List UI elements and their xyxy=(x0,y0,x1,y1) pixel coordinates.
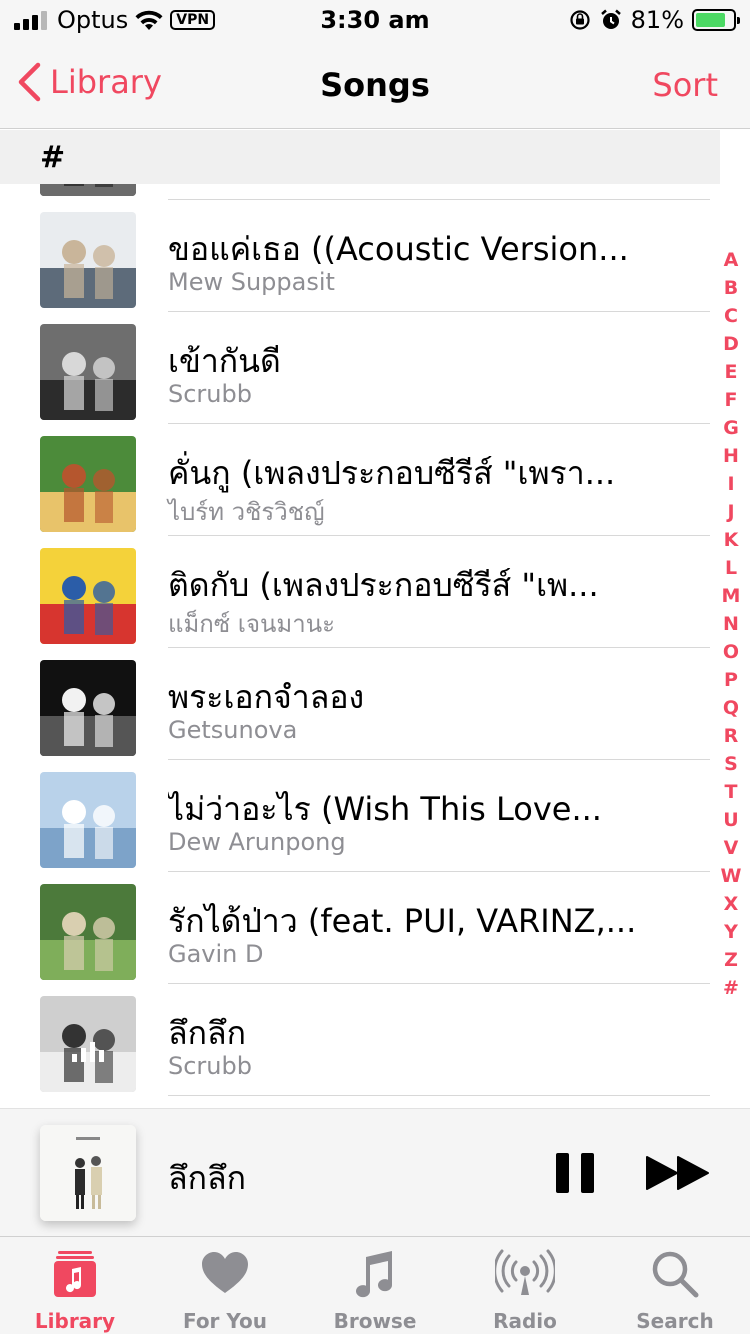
index-letter[interactable]: X xyxy=(718,890,744,918)
tab-bar: Library For You Browse Radio Search xyxy=(0,1236,750,1334)
library-icon xyxy=(54,1251,96,1297)
song-artist: Gavin D xyxy=(168,940,264,968)
index-letter[interactable]: # xyxy=(718,974,744,1002)
next-track-button[interactable] xyxy=(646,1155,710,1191)
index-letter[interactable]: M xyxy=(718,582,744,610)
index-letter[interactable]: S xyxy=(718,750,744,778)
tab-library-label: Library xyxy=(34,1309,116,1333)
tab-browse[interactable]: Browse xyxy=(300,1237,450,1334)
alarm-icon xyxy=(600,9,621,29)
row-divider xyxy=(168,1095,710,1096)
album-art xyxy=(40,884,136,980)
album-art xyxy=(40,772,136,868)
index-letter[interactable]: D xyxy=(718,330,744,358)
song-row[interactable]: ติดกับ (เพลงประกอบซีรีส์ "เพ... แม็กซ์ เจ… xyxy=(0,536,720,648)
song-row[interactable]: พระเอกจำลอง Getsunova xyxy=(0,648,720,760)
navigation-bar: Library Songs Sort xyxy=(0,40,750,129)
status-right: 81% xyxy=(569,6,740,34)
song-artist: Mew Suppasit xyxy=(168,268,335,296)
pause-button[interactable] xyxy=(556,1153,594,1193)
search-icon xyxy=(652,1251,699,1298)
song-artist: Getsunova xyxy=(168,716,298,744)
song-row[interactable]: คั่นกู (เพลงประกอบซีรีส์ "เพรา... ไบร์ท ว… xyxy=(0,424,720,536)
battery-percent: 81% xyxy=(630,6,684,34)
tab-library[interactable]: Library xyxy=(0,1237,150,1334)
section-header: # xyxy=(0,130,720,184)
index-letter[interactable]: Q xyxy=(718,694,744,722)
song-list[interactable]: # ถึงงงScrubbขอแค่เธอ ((Acoustic Version… xyxy=(0,130,750,1108)
index-letter[interactable]: C xyxy=(718,302,744,330)
index-letter[interactable]: F xyxy=(718,386,744,414)
heart-icon xyxy=(202,1252,248,1293)
song-row[interactable]: เข้ากันดี Scrubb xyxy=(0,312,720,424)
index-letter[interactable]: U xyxy=(718,806,744,834)
index-letter[interactable]: Z xyxy=(718,946,744,974)
now-playing-indicator-icon xyxy=(72,1040,106,1062)
index-letter[interactable]: I xyxy=(718,470,744,498)
mini-player[interactable]: ลึกลึก xyxy=(0,1108,750,1236)
song-row[interactable]: รักได้ป่าว (feat. PUI, VARINZ,... Gavin D xyxy=(0,872,720,984)
song-row[interactable]: ลึกลึก Scrubb xyxy=(0,984,720,1096)
now-playing-artwork[interactable] xyxy=(40,1125,136,1221)
tab-search[interactable]: Search xyxy=(600,1237,750,1334)
index-letter[interactable]: Y xyxy=(718,918,744,946)
album-art xyxy=(40,660,136,756)
song-row[interactable]: ไม่ว่าอะไร (Wish This Love... Dew Arunpon… xyxy=(0,760,720,872)
sort-button[interactable]: Sort xyxy=(652,66,718,104)
song-artist: Dew Arunpong xyxy=(168,828,346,856)
tab-for-you[interactable]: For You xyxy=(150,1237,300,1334)
index-letter[interactable]: K xyxy=(718,526,744,554)
page-title: Songs xyxy=(320,66,430,104)
song-artist: Scrubb xyxy=(168,380,252,408)
index-letter[interactable]: W xyxy=(718,862,744,890)
index-letter[interactable]: J xyxy=(718,498,744,526)
tab-radio[interactable]: Radio xyxy=(450,1237,600,1334)
index-letter[interactable]: R xyxy=(718,722,744,750)
battery-icon xyxy=(692,9,740,31)
index-letter[interactable]: P xyxy=(718,666,744,694)
song-artist: แม็กซ์ เจนมานะ xyxy=(168,610,336,638)
album-art xyxy=(40,324,136,420)
index-letter[interactable]: H xyxy=(718,442,744,470)
album-art xyxy=(40,436,136,532)
index-letter[interactable]: G xyxy=(718,414,744,442)
index-letter[interactable]: O xyxy=(718,638,744,666)
index-letter[interactable]: V xyxy=(718,834,744,862)
radio-icon xyxy=(495,1249,555,1295)
alphabet-index[interactable]: A B C D E F G H I J K L M N O P Q R S T U V W X Y Z # xyxy=(718,246,744,1002)
song-row[interactable]: ขอแค่เธอ ((Acoustic Version... Mew Suppas… xyxy=(0,200,720,312)
song-artist: ไบร์ท วชิรวิชญ์ xyxy=(168,498,325,526)
tab-browse-label: Browse xyxy=(333,1309,417,1333)
album-art xyxy=(40,996,136,1092)
index-letter[interactable]: A xyxy=(718,246,744,274)
index-letter[interactable]: E xyxy=(718,358,744,386)
song-artist: Scrubb xyxy=(168,1052,252,1080)
tab-search-label: Search xyxy=(636,1309,714,1333)
music-note-icon xyxy=(356,1251,393,1298)
album-art xyxy=(40,212,136,308)
tab-for-you-label: For You xyxy=(182,1309,268,1333)
index-letter[interactable]: N xyxy=(718,610,744,638)
status-bar: Optus VPN 3:30 am 81% xyxy=(0,0,750,40)
rotation-lock-icon xyxy=(570,10,590,30)
index-letter[interactable]: B xyxy=(718,274,744,302)
index-letter[interactable]: L xyxy=(718,554,744,582)
index-letter[interactable]: T xyxy=(718,778,744,806)
tab-radio-label: Radio xyxy=(493,1309,557,1333)
now-playing-title: ลึกลึก xyxy=(168,1159,246,1197)
album-art xyxy=(40,548,136,644)
